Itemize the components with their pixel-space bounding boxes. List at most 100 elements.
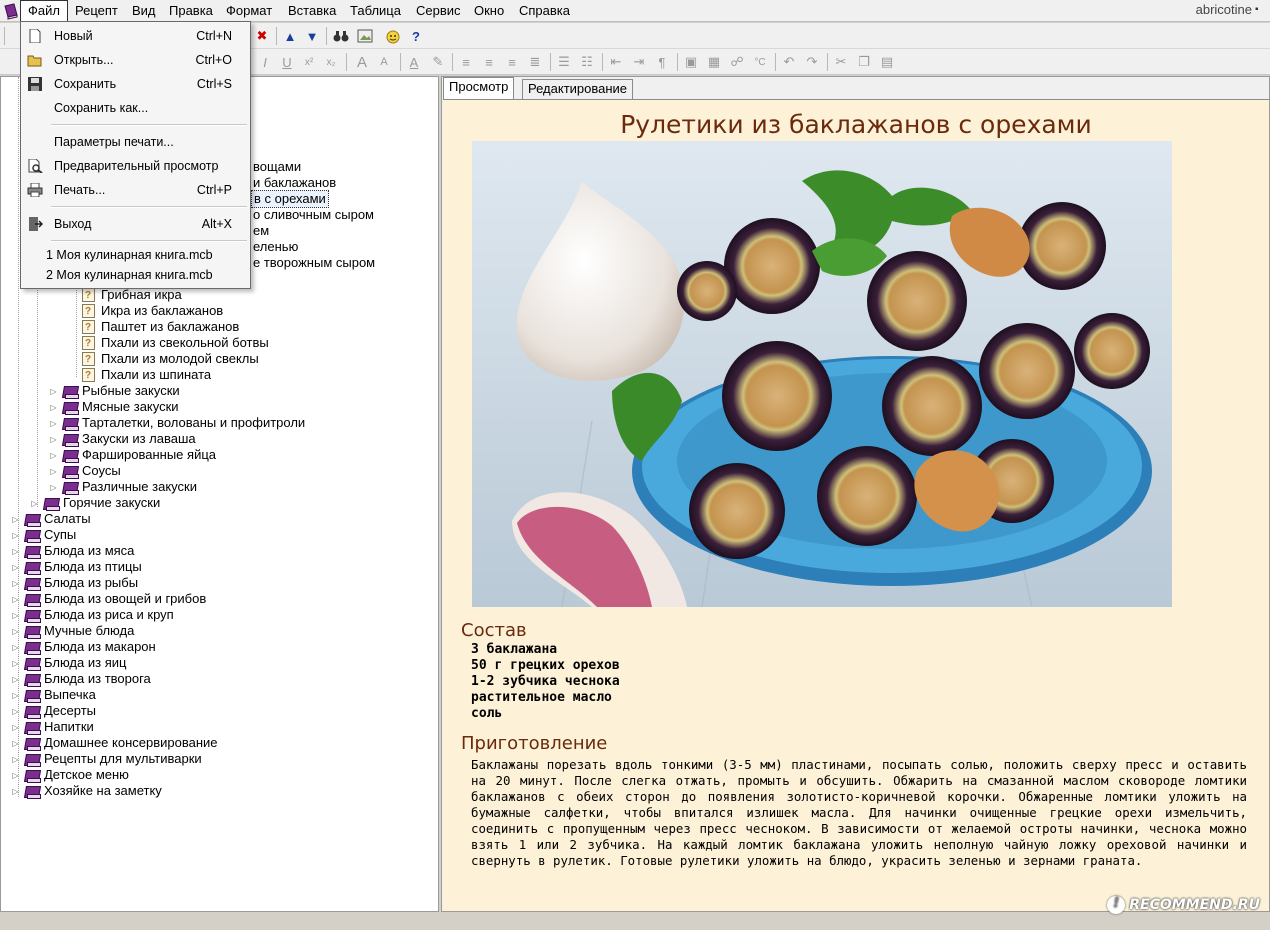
tree-category[interactable]: ▷ Супы	[11, 527, 76, 543]
tree-subcategory[interactable]: ▷ Тарталетки, волованы и профитроли	[49, 415, 305, 431]
find-binoculars-icon[interactable]	[331, 26, 351, 46]
menu-help[interactable]: Справка	[512, 0, 577, 22]
insert-image-icon[interactable]: ▣	[681, 52, 701, 72]
tree-category[interactable]: ▷ Блюда из мяса	[11, 543, 134, 559]
tree-category-hot[interactable]: ▷ Горячие закуски	[30, 495, 160, 511]
app-book-icon[interactable]	[2, 2, 20, 20]
expand-icon[interactable]: ▷	[11, 547, 20, 556]
expand-icon[interactable]: ▷	[11, 595, 20, 604]
tree-category[interactable]: ▷ Блюда из рыбы	[11, 575, 138, 591]
cut-icon[interactable]: ✂	[831, 52, 851, 72]
tree-category[interactable]: ▷ Блюда из овощей и грибов	[11, 591, 206, 607]
menu-item-recent-2[interactable]: 2 Моя кулинарная книга.mcb	[21, 264, 250, 286]
tree-category[interactable]: ▷ Мучные блюда	[11, 623, 134, 639]
menu-item-recent-1[interactable]: 1 Моя кулинарная книга.mcb	[21, 244, 250, 266]
menu-recipe[interactable]: Рецепт	[68, 0, 125, 22]
tree-item[interactable]: и баклажанов	[253, 175, 336, 191]
expand-icon[interactable]: ▷	[11, 659, 20, 668]
menu-item-save-as[interactable]: Сохранить как...	[21, 97, 250, 119]
tree-category[interactable]: ▷ Детское меню	[11, 767, 129, 783]
highlight-icon[interactable]: ✎	[428, 52, 448, 72]
tab-edit[interactable]: Редактирование	[522, 79, 634, 99]
tree-item[interactable]: е творожным сыром	[253, 255, 375, 271]
indent-icon[interactable]: ⇥	[629, 52, 649, 72]
expand-icon[interactable]: ▷	[11, 579, 20, 588]
tree-recipe[interactable]: Икра из баклажанов	[82, 303, 223, 320]
menu-item-print[interactable]: Печать... Ctrl+P	[21, 179, 250, 201]
paste-icon[interactable]: ▤	[877, 52, 897, 72]
menu-item-new[interactable]: Новый Ctrl+N	[21, 25, 250, 47]
insert-link-icon[interactable]: ☍	[727, 52, 747, 72]
bullet-list-icon[interactable]: ☰	[554, 52, 574, 72]
subscript-icon[interactable]: x₂	[321, 52, 341, 72]
tree-item[interactable]: еленью	[253, 239, 298, 255]
tree-subcategory[interactable]: ▷ Мясные закуски	[49, 399, 179, 415]
tree-item[interactable]: вощами	[253, 159, 301, 175]
delete-icon[interactable]: ✖	[252, 26, 272, 46]
menu-service[interactable]: Сервис	[409, 0, 468, 22]
expand-icon[interactable]: ▷	[49, 435, 58, 444]
menu-item-exit[interactable]: Выход Alt+X	[21, 213, 250, 235]
expand-icon[interactable]: ▷	[11, 611, 20, 620]
menu-item-save[interactable]: Сохранить Ctrl+S	[21, 73, 250, 95]
tree-item-selected[interactable]: в с орехами	[251, 190, 329, 208]
expand-icon[interactable]: ▷	[11, 691, 20, 700]
font-color-icon[interactable]: A	[404, 52, 424, 72]
tree-recipe[interactable]: Пхали из молодой свеклы	[82, 351, 259, 368]
align-center-icon[interactable]: ≡	[479, 52, 499, 72]
menu-insert[interactable]: Вставка	[281, 0, 343, 22]
numbered-list-icon[interactable]: ☷	[577, 52, 597, 72]
align-right-icon[interactable]: ≡	[502, 52, 522, 72]
move-down-icon[interactable]: ▼	[302, 26, 322, 46]
window-restore-icon[interactable]: ▪	[1255, 4, 1267, 16]
align-left-icon[interactable]: ≡	[456, 52, 476, 72]
expand-icon[interactable]: ▷	[11, 675, 20, 684]
expand-icon[interactable]: ▷	[11, 627, 20, 636]
tree-category[interactable]: ▷ Блюда из риса и круп	[11, 607, 174, 623]
smiley-chef-icon[interactable]	[383, 26, 403, 46]
font-grow-icon[interactable]: A	[352, 52, 372, 72]
expand-icon[interactable]: ▷	[11, 771, 20, 780]
tree-item[interactable]: о сливочным сыром	[253, 207, 374, 223]
expand-icon[interactable]: ▷	[49, 467, 58, 476]
expand-icon[interactable]: ▷	[49, 483, 58, 492]
superscript-icon[interactable]: x²	[299, 52, 319, 72]
tree-category[interactable]: ▷ Салаты	[11, 511, 91, 527]
menu-format[interactable]: Формат	[219, 0, 279, 22]
tree-category[interactable]: ▷ Блюда из макарон	[11, 639, 156, 655]
tab-preview[interactable]: Просмотр	[443, 77, 515, 99]
tree-recipe[interactable]: Паштет из баклажанов	[82, 319, 239, 336]
move-up-icon[interactable]: ▲	[280, 26, 300, 46]
tree-item[interactable]: ем	[253, 223, 269, 239]
menu-item-print-settings[interactable]: Параметры печати...	[21, 131, 250, 153]
tree-subcategory[interactable]: ▷ Различные закуски	[49, 479, 197, 495]
align-justify-icon[interactable]: ≣	[525, 52, 545, 72]
menu-edit[interactable]: Правка	[162, 0, 220, 22]
tree-category[interactable]: ▷ Выпечка	[11, 687, 96, 703]
menu-file[interactable]: Файл	[20, 0, 68, 22]
expand-icon[interactable]: ▷	[49, 387, 58, 396]
tree-category[interactable]: ▷ Хозяйке на заметку	[11, 783, 162, 799]
expand-icon[interactable]: ▷	[49, 419, 58, 428]
menu-view[interactable]: Вид	[125, 0, 163, 22]
font-shrink-icon[interactable]: A	[374, 52, 394, 72]
help-icon[interactable]: ?	[406, 26, 426, 46]
menu-item-open[interactable]: Открыть... Ctrl+O	[21, 49, 250, 71]
underline-icon[interactable]: U	[277, 52, 297, 72]
expand-icon[interactable]: ▷	[11, 707, 20, 716]
redo-icon[interactable]: ↷	[802, 52, 822, 72]
copy-icon[interactable]: ❐	[854, 52, 874, 72]
expand-icon[interactable]: ▷	[11, 787, 20, 796]
tree-subcategory[interactable]: ▷ Фаршированные яйца	[49, 447, 216, 463]
tree-subcategory[interactable]: ▷ Соусы	[49, 463, 121, 479]
tree-category[interactable]: ▷ Напитки	[11, 719, 94, 735]
tree-recipe[interactable]: Пхали из свекольной ботвы	[82, 335, 269, 352]
insert-table-icon[interactable]: ▦	[704, 52, 724, 72]
tree-category[interactable]: ▷ Блюда из яиц	[11, 655, 126, 671]
tree-recipe[interactable]: Пхали из шпината	[82, 367, 211, 384]
italic-icon[interactable]: I	[255, 52, 275, 72]
expand-icon[interactable]: ▷	[11, 515, 20, 524]
expand-icon[interactable]: ▷	[11, 563, 20, 572]
expand-icon[interactable]: ▷	[11, 755, 20, 764]
tree-subcategory[interactable]: ▷ Закуски из лаваша	[49, 431, 196, 447]
